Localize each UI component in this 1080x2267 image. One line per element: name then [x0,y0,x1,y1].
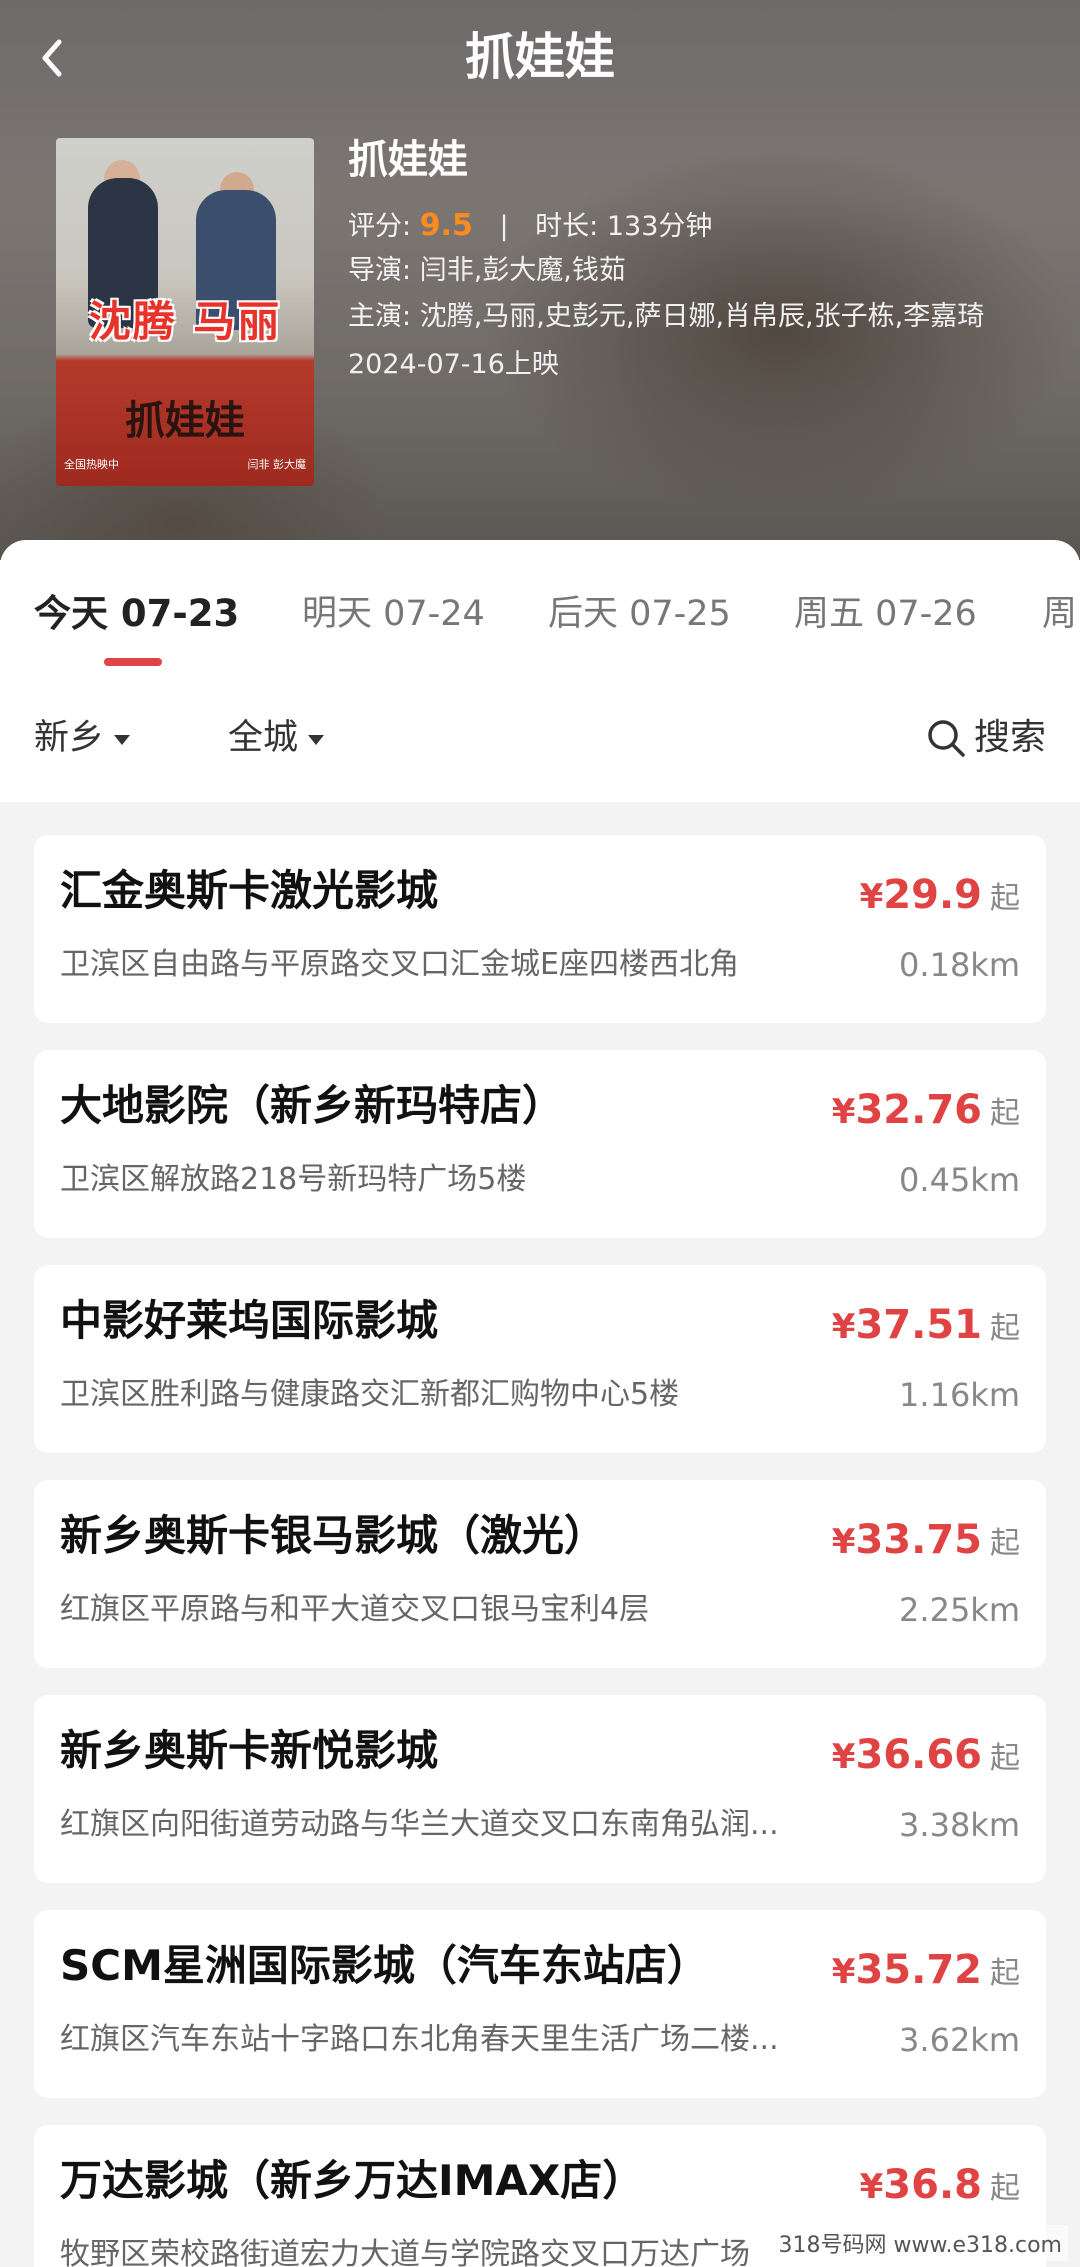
watermark: 318号码网 www.e318.com [772,2225,1068,2261]
price-suffix: 起 [990,1526,1020,1561]
cinema-price: ¥36.8 起 [860,2155,1020,2223]
price-value: 35.72 [855,1947,982,1993]
cinema-price: ¥33.75 起 [832,1510,1020,1578]
movie-duration: 133分钟 [606,211,713,242]
price-suffix: 起 [990,1741,1020,1776]
cinema-card[interactable]: 大地影院（新乡新玛特店） ¥32.76 起 卫滨区解放路218号新玛特广场5楼 0… [34,1050,1046,1238]
movie-info: 抓娃娃 评分: 9.5 | 时长: 133分钟 导演: 闫非,彭大魔,钱茹 主演… [348,130,1048,387]
cinema-distance: 3.38km [899,1806,1020,1844]
tab-day-after[interactable]: 后天 07-25 [548,584,731,644]
score-duration-line: 评分: 9.5 | 时长: 133分钟 [348,204,1048,249]
cinema-name: 汇金奥斯卡激光影城 [60,866,439,915]
filter-bar: 新乡 全城 搜索 [0,708,1080,768]
caret-down-icon [308,735,325,745]
caret-down-icon [114,735,131,745]
score-label: 评分: [348,211,412,242]
cinema-price: ¥35.72 起 [832,1940,1020,2008]
search-button[interactable]: 搜索 [926,708,1046,768]
currency-symbol: ¥ [831,1307,856,1347]
poster-title: 抓娃娃 [125,397,245,444]
movie-poster[interactable]: 沈腾 马丽 抓娃娃 全国热映中 闫非 彭大魔 [56,138,314,486]
cinema-address: 卫滨区解放路218号新玛特广场5楼 [60,1162,527,1197]
cinema-name: 大地影院（新乡新玛特店） [60,1081,565,1130]
price-value: 29.9 [883,872,982,918]
movie-title: 抓娃娃 [348,137,468,183]
cinema-address: 卫滨区胜利路与健康路交汇新都汇购物中心5楼 [60,1377,680,1412]
cinema-distance: 1.16km [899,1376,1020,1414]
search-icon [928,720,965,757]
city-label: 新乡 [34,718,105,758]
tab-tomorrow[interactable]: 明天 07-24 [302,584,485,644]
cinema-distance: 0.45km [899,1161,1020,1199]
tab-today[interactable]: 今天 07-23 [34,584,239,644]
schedule-panel: 今天 07-23 明天 07-24 后天 07-25 周五 07-26 周 新乡… [0,540,1080,802]
cinema-name: 中影好莱坞国际影城 [60,1296,439,1345]
cinema-price: ¥32.76 起 [832,1080,1020,1148]
movie-director: 闫非,彭大魔,钱茹 [419,255,626,286]
cinema-name: SCM星洲国际影城（汽车东站店） [60,1941,709,1990]
currency-symbol: ¥ [831,1522,856,1562]
cast-label: 主演: [348,301,412,332]
price-value: 37.51 [855,1302,982,1348]
cinema-card[interactable]: 汇金奥斯卡激光影城 ¥29.9 起 卫滨区自由路与平原路交叉口汇金城E座四楼西北角… [34,835,1046,1023]
cinema-distance: 0.18km [899,946,1020,984]
price-suffix: 起 [990,1956,1020,1991]
cinema-card[interactable]: 新乡奥斯卡银马影城（激光） ¥33.75 起 红旗区平原路与和平大道交叉口银马宝利… [34,1480,1046,1668]
movie-header: 抓娃娃 沈腾 马丽 抓娃娃 全国热映中 闫非 彭大魔 抓娃娃 评分: 9.5 |… [0,0,1080,560]
movie-score: 9.5 [419,208,473,243]
date-tabs: 今天 07-23 明天 07-24 后天 07-25 周五 07-26 周 [0,584,1080,644]
active-tab-indicator [104,658,162,666]
poster-footer-right: 闫非 彭大魔 [247,458,307,471]
cinema-name: 万达影城（新乡万达IMAX店） [60,2156,645,2205]
cinema-name: 新乡奥斯卡新悦影城 [60,1726,439,1775]
cinema-address: 红旗区汽车东站十字路口东北角春天里生活广场二楼... [60,2022,779,2057]
director-line: 导演: 闫非,彭大魔,钱茹 [348,249,1048,293]
currency-symbol: ¥ [831,1092,856,1132]
nav-title: 抓娃娃 [465,28,615,86]
price-suffix: 起 [990,1311,1020,1346]
cinema-price: ¥36.66 起 [832,1725,1020,1793]
poster-footer: 全国热映中 闫非 彭大魔 [64,456,306,472]
director-label: 导演: [348,255,412,286]
duration-label: 时长: [535,211,599,242]
release-date: 2024-07-16上映 [348,349,559,380]
tab-friday[interactable]: 周五 07-26 [794,584,977,644]
currency-symbol: ¥ [859,2167,884,2207]
cinema-card[interactable]: 新乡奥斯卡新悦影城 ¥36.66 起 红旗区向阳街道劳动路与华兰大道交叉口东南角弘… [34,1695,1046,1883]
cinema-price: ¥29.9 起 [860,865,1020,933]
currency-symbol: ¥ [831,1952,856,1992]
cinema-price: ¥37.51 起 [832,1295,1020,1363]
cinema-address: 卫滨区自由路与平原路交叉口汇金城E座四楼西北角 [60,947,739,982]
price-value: 36.8 [883,2162,982,2208]
search-label: 搜索 [973,717,1046,758]
price-value: 33.75 [855,1517,982,1563]
cinema-name: 新乡奥斯卡银马影城（激光） [60,1511,607,1560]
price-value: 32.76 [855,1087,982,1133]
poster-footer-left: 全国热映中 [64,458,119,471]
cinema-card[interactable]: 中影好莱坞国际影城 ¥37.51 起 卫滨区胜利路与健康路交汇新都汇购物中心5楼 … [34,1265,1046,1453]
price-value: 36.66 [855,1732,982,1778]
poster-names: 沈腾 马丽 [88,297,282,346]
movie-cast: 沈腾,马丽,史彭元,萨日娜,肖帛辰,张子栋,李嘉琦 [419,301,985,332]
cinema-address: 红旗区向阳街道劳动路与华兰大道交叉口东南角弘润... [60,1807,779,1842]
area-label: 全城 [228,718,299,758]
cinema-card[interactable]: SCM星洲国际影城（汽车东站店） ¥35.72 起 红旗区汽车东站十字路口东北角春… [34,1910,1046,2098]
cinema-distance: 3.62km [899,2021,1020,2059]
price-suffix: 起 [990,2171,1020,2206]
price-suffix: 起 [990,881,1020,916]
price-suffix: 起 [990,1096,1020,1131]
cinema-distance: 2.25km [899,1591,1020,1629]
currency-symbol: ¥ [859,877,884,917]
divider: | [499,211,509,242]
cinema-address: 红旗区平原路与和平大道交叉口银马宝利4层 [60,1592,650,1627]
area-selector[interactable]: 全城 [228,708,325,768]
cast-line: 主演: 沈腾,马丽,史彭元,萨日娜,肖帛辰,张子栋,李嘉琦 [348,297,1048,337]
city-selector[interactable]: 新乡 [34,708,131,768]
currency-symbol: ¥ [831,1737,856,1777]
cinema-address: 牧野区荣校路街道宏力大道与学院路交叉口万达广场 [60,2237,750,2267]
tab-saturday[interactable]: 周 [1042,584,1077,644]
